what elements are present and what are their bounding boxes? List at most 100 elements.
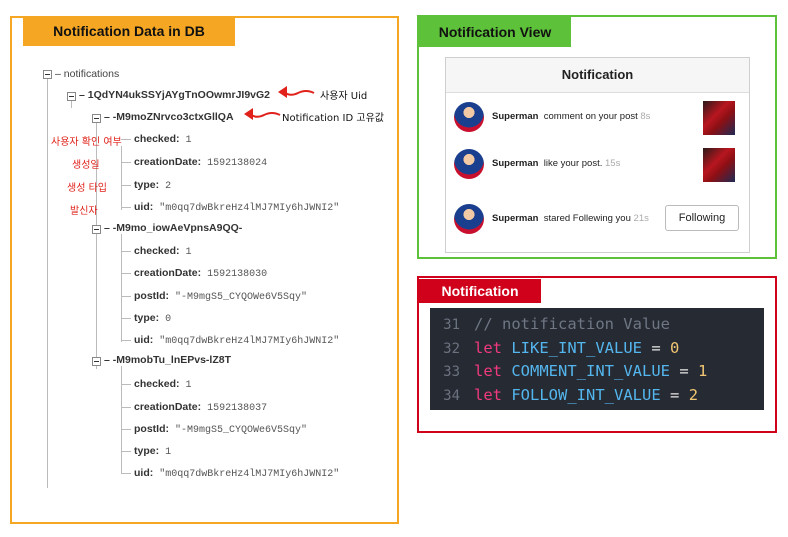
field-value: 2	[165, 181, 172, 192]
field-value: "m0qq7dwBkreHz4lMJ7MIy6hJWNI2"	[159, 336, 340, 347]
code-number: 1	[698, 362, 708, 380]
code-keyword: let	[474, 338, 502, 357]
annotation-creation-date: 생성일	[72, 160, 100, 171]
notification-row[interactable]: Superman like your post. 15s	[446, 143, 749, 189]
collapse-toggle-icon[interactable]	[92, 114, 101, 123]
field-checked: checked: 1	[134, 245, 192, 258]
code-identifier: FOLLOW_INT_VALUE	[511, 385, 661, 404]
field-type: type: 0	[134, 312, 171, 325]
notification-user: Superman	[492, 158, 539, 169]
code-number: 2	[688, 385, 699, 404]
tree-guide-line	[121, 146, 122, 210]
notification-user: Superman	[492, 111, 539, 122]
field-creation-date: creationDate: 1592138030	[134, 267, 267, 280]
notification-time: 15s	[605, 158, 621, 169]
tree-branch	[121, 473, 131, 474]
field-key: type:	[134, 445, 160, 457]
notification-text: Superman stared Follewing you 21s	[492, 213, 649, 224]
code-comment: // notification Value	[474, 315, 670, 333]
tree-guide-line	[71, 100, 72, 108]
code-keyword: let	[474, 385, 502, 404]
tree-branch	[121, 251, 131, 252]
notification-row[interactable]: Superman comment on your post 8s	[446, 96, 749, 142]
field-creation-date: creationDate: 1592138037	[134, 401, 267, 414]
code-identifier: LIKE_INT_VALUE	[511, 338, 642, 357]
field-key: checked:	[134, 133, 180, 145]
notification-action: like your post.	[543, 158, 603, 169]
line-number: 31	[443, 317, 460, 333]
collapse-toggle-icon[interactable]	[92, 225, 101, 234]
tree-branch	[121, 185, 131, 186]
avatar	[454, 149, 484, 179]
red-arrow-icon	[244, 108, 281, 120]
tree-node-user[interactable]: – 1QdYN4ukSSYjAYgTnOOwmrJI9vG2	[79, 89, 270, 101]
code-operator: =	[651, 338, 661, 357]
code-keyword: let	[474, 362, 502, 380]
field-type: type: 2	[134, 179, 171, 192]
tree-node-notification-3[interactable]: – -M9mobTu_lnEPvs-lZ8T	[104, 354, 231, 366]
user-uid-key: 1QdYN4ukSSYjAYgTnOOwmrJI9vG2	[87, 89, 271, 101]
notification-row[interactable]: Superman stared Follewing you 21s Follow…	[446, 198, 749, 244]
annotation-user-uid: 사용자 Uid	[320, 91, 368, 102]
field-key: creationDate:	[134, 401, 202, 413]
collapse-toggle-icon[interactable]	[43, 70, 52, 79]
field-value: 1592138037	[207, 403, 268, 414]
tree-guide-line	[47, 78, 48, 488]
code-identifier: COMMENT_INT_VALUE	[511, 362, 670, 380]
field-type: type: 1	[134, 445, 171, 458]
field-key: postId:	[134, 290, 169, 302]
field-key: type:	[134, 312, 160, 324]
red-arrow-icon	[278, 86, 315, 98]
notification-action: comment on your post	[543, 111, 638, 122]
field-value: "-M9mgS5_CYQOWe6V5Sqy"	[175, 425, 308, 436]
line-number: 34	[443, 387, 460, 404]
field-value: 1	[185, 135, 192, 146]
tree-branch	[121, 207, 131, 208]
collapse-toggle-icon[interactable]	[92, 357, 101, 366]
tree-node-notification-1[interactable]: – -M9moZNrvco3ctxGllQA	[104, 111, 234, 123]
notification-id: -M9mobTu_lnEPvs-lZ8T	[112, 354, 231, 366]
tree-branch	[121, 384, 131, 385]
code-line: 34 let FOLLOW_INT_VALUE = 2	[430, 384, 764, 408]
tree-branch	[121, 340, 131, 341]
notification-text: Superman comment on your post 8s	[492, 111, 650, 122]
collapse-toggle-icon[interactable]	[67, 92, 76, 101]
field-creation-date: creationDate: 1592138024	[134, 156, 267, 169]
field-key: uid:	[134, 334, 154, 346]
following-button[interactable]: Following	[665, 205, 739, 231]
tree-guide-line	[121, 366, 122, 474]
avatar	[454, 102, 484, 132]
tree-branch	[121, 451, 131, 452]
annotation-notification-id: Notification ID 고유값	[282, 113, 384, 124]
firebase-tree: – notifications – 1QdYN4ukSSYjAYgTnOOwmr…	[0, 0, 400, 537]
post-thumbnail[interactable]	[703, 101, 735, 135]
avatar	[454, 204, 484, 234]
tree-node-root[interactable]: – notifications	[55, 68, 119, 80]
notification-id: -M9moZNrvco3ctxGllQA	[112, 111, 234, 123]
post-thumbnail[interactable]	[703, 148, 735, 182]
field-key: uid:	[134, 467, 154, 479]
notification-text: Superman like your post. 15s	[492, 158, 620, 169]
line-number: 33	[443, 364, 460, 380]
field-value: "m0qq7dwBkreHz4lMJ7MIy6hJWNI2"	[159, 469, 340, 480]
code-block: 31 // notification Value 32 let LIKE_INT_V…	[430, 308, 764, 410]
screen-header: Notification	[446, 58, 749, 93]
field-checked: checked: 1	[134, 133, 192, 146]
field-checked: checked: 1	[134, 378, 192, 391]
code-line: 31 // notification Value	[430, 313, 764, 337]
notification-id: -M9mo_iowAeVpnsA9QQ-	[112, 222, 243, 234]
field-value: 1592138024	[207, 158, 268, 169]
field-post-id: postId: "-M9mgS5_CYQOWe6V5Sqy"	[134, 423, 307, 436]
tree-node-notification-2[interactable]: – -M9mo_iowAeVpnsA9QQ-	[104, 222, 242, 234]
field-value: 0	[165, 314, 172, 325]
field-value: 1	[185, 380, 192, 391]
field-value: "-M9mgS5_CYQOWe6V5Sqy"	[175, 292, 308, 303]
field-key: creationDate:	[134, 267, 202, 279]
line-number: 32	[443, 340, 460, 357]
field-value: 1	[185, 247, 192, 258]
tree-key: notifications	[63, 68, 120, 80]
code-operator: =	[670, 385, 680, 404]
tree-branch	[121, 407, 131, 408]
field-uid: uid: "m0qq7dwBkreHz4lMJ7MIy6hJWNI2"	[134, 334, 339, 347]
notification-time: 21s	[633, 213, 649, 224]
